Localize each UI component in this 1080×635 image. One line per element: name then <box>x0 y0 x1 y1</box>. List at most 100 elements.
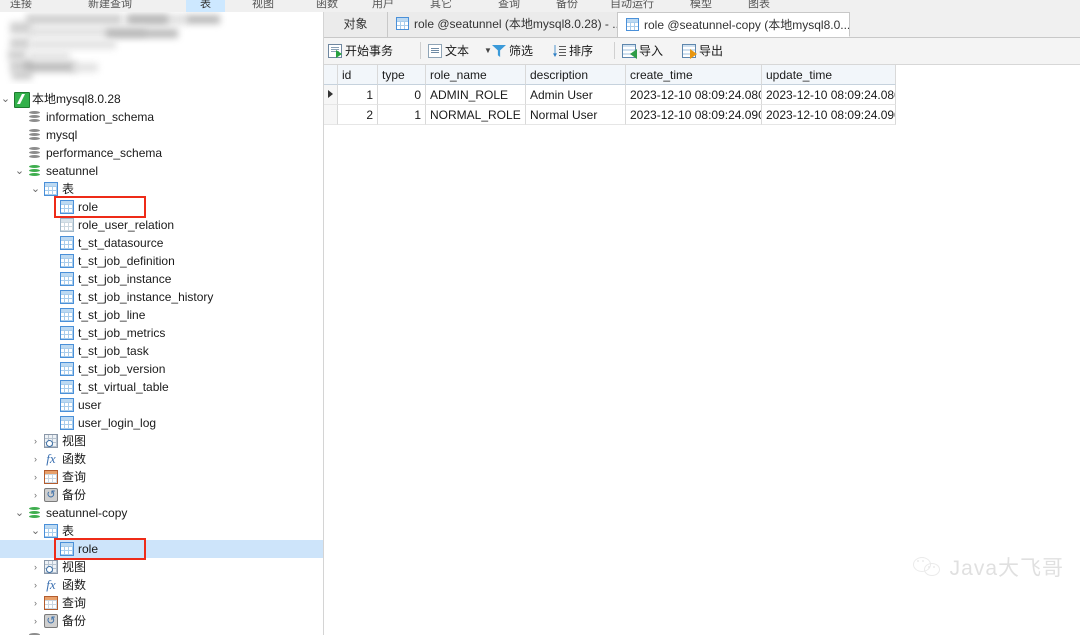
chevron-right-icon[interactable]: › <box>30 486 41 504</box>
tables-folder-icon <box>44 524 58 538</box>
tree-item-label: 备份 <box>62 488 87 502</box>
chevron-down-icon[interactable]: ⌄ <box>30 522 41 540</box>
chevron-right-icon[interactable]: › <box>30 612 41 630</box>
query-icon <box>44 470 58 484</box>
tab-0[interactable]: 对象 <box>324 12 388 37</box>
menu-item-11[interactable]: 图表 <box>748 0 770 11</box>
toolbar-button-0[interactable]: 开始事务 <box>328 40 410 62</box>
chevron-right-icon[interactable]: › <box>30 432 41 450</box>
query-icon <box>44 596 58 610</box>
grid-cell[interactable]: Normal User <box>526 105 626 125</box>
database-icon-gray <box>28 128 42 142</box>
grid-header-row: id type role_name description create_time upd… <box>324 65 896 85</box>
tree-item-label: sys <box>46 630 64 635</box>
annotation-rectangle <box>54 538 146 560</box>
tab-label: role @seatunnel (本地mysql8.0.28) - ... <box>414 17 618 31</box>
table-icon <box>60 236 74 250</box>
toolbar-button-1[interactable]: 文本 ▼ <box>428 40 492 62</box>
grid-cell[interactable]: ADMIN_ROLE <box>426 85 526 105</box>
table-icon <box>60 398 74 412</box>
tree-item-label: seatunnel <box>46 164 99 178</box>
menu-item-5[interactable]: 用户 <box>372 0 394 11</box>
grid-cell[interactable]: 2023-12-10 08:09:24.090 <box>626 105 762 125</box>
toolbar-button-label: 开始事务 <box>345 44 394 58</box>
chevron-down-icon[interactable]: ⌄ <box>30 180 41 198</box>
sort-icon <box>552 44 566 58</box>
chevron-right-icon[interactable]: › <box>30 450 41 468</box>
grid-cell[interactable]: 1 <box>378 105 426 125</box>
tab-2[interactable]: role @seatunnel-copy (本地mysql8.0.... <box>618 12 850 37</box>
text-icon <box>428 44 442 58</box>
chevron-right-icon[interactable]: › <box>30 594 41 612</box>
toolbar-separator <box>420 42 421 59</box>
grid-cell[interactable]: 2023-12-10 08:09:24.090 <box>762 105 896 125</box>
row-indicator-cell[interactable] <box>324 105 338 125</box>
table-icon <box>60 326 74 340</box>
chevron-down-icon[interactable]: ▼ <box>484 40 492 62</box>
menu-item-10[interactable]: 模型 <box>690 0 712 11</box>
grid-cell[interactable]: NORMAL_ROLE <box>426 105 526 125</box>
export-icon <box>682 44 697 59</box>
grid-cell[interactable]: 2023-12-10 08:09:24.080 <box>762 85 896 105</box>
toolbar-button-5[interactable]: 导出 <box>682 40 734 62</box>
tab-1[interactable]: role @seatunnel (本地mysql8.0.28) - ... <box>388 12 618 37</box>
menu-item-3[interactable]: 视图 <box>252 0 274 11</box>
chevron-right-icon[interactable]: › <box>30 468 41 486</box>
views-icon <box>44 434 58 448</box>
grid-cell[interactable]: 2023-12-10 08:09:24.080 <box>626 85 762 105</box>
grid-cell[interactable]: Admin User <box>526 85 626 105</box>
menu-item-6[interactable]: 其它 <box>430 0 452 11</box>
table-icon <box>396 17 409 30</box>
table-icon <box>60 416 74 430</box>
tree-item-label: 视图 <box>62 560 87 574</box>
menu-item-9[interactable]: 自动运行 <box>610 0 654 11</box>
toolbar-button-3[interactable]: 排序 <box>552 40 604 62</box>
toolbar-button-2[interactable]: 筛选 <box>492 40 544 62</box>
chevron-down-icon[interactable]: ⌄ <box>14 504 25 522</box>
import-icon <box>622 44 637 59</box>
database-icon-gray <box>28 110 42 124</box>
toolbar-button-label: 筛选 <box>509 44 534 58</box>
chevron-down-icon[interactable]: ⌄ <box>0 90 11 108</box>
table-icon-gray <box>60 218 74 232</box>
toolbar-button-label: 导出 <box>699 44 724 58</box>
column-header-create_time[interactable]: create_time <box>626 65 762 85</box>
column-header-description[interactable]: description <box>526 65 626 85</box>
tree-item-label: t_st_job_version <box>78 362 166 376</box>
toolbar-button-4[interactable]: 导入 <box>622 40 674 62</box>
tab-bar[interactable]: 对象 role @seatunnel (本地mysql8.0.28) - ... r… <box>324 12 1080 38</box>
table-row[interactable]: 2 1 NORMAL_ROLE Normal User 2023-12-10 08:09… <box>324 105 896 125</box>
menu-item-4[interactable]: 函数 <box>316 0 338 11</box>
grid-cell[interactable]: 1 <box>338 85 378 105</box>
tree-item-label: 查询 <box>62 470 87 484</box>
chevron-right-icon[interactable]: › <box>30 576 41 594</box>
main-pane: 对象 role @seatunnel (本地mysql8.0.28) - ... r… <box>324 12 1080 635</box>
current-row-arrow-icon <box>328 90 333 98</box>
column-header-id[interactable]: id <box>338 65 378 85</box>
tab-label: role @seatunnel-copy (本地mysql8.0.... <box>644 18 850 32</box>
grid-cell[interactable]: 0 <box>378 85 426 105</box>
column-header-type[interactable]: type <box>378 65 426 85</box>
row-header-cell <box>324 65 338 85</box>
menu-item-8[interactable]: 备份 <box>556 0 578 11</box>
object-tree-sidebar[interactable]: ⌄ 本地mysql8.0.28 information_schema mysql per… <box>0 12 324 635</box>
connection-icon <box>14 92 30 108</box>
tree-item-label: 视图 <box>62 434 87 448</box>
tree-item-label: seatunnel-copy <box>46 506 128 520</box>
tree-item-label: 本地mysql8.0.28 <box>32 92 121 106</box>
grid-toolbar[interactable]: 开始事务 文本 ▼ 筛选 排序 导入 导出 <box>324 38 1080 65</box>
table-row[interactable]: 1 0 ADMIN_ROLE Admin User 2023-12-10 08:09:2… <box>324 85 896 105</box>
table-icon <box>626 18 639 31</box>
column-header-update_time[interactable]: update_time <box>762 65 896 85</box>
menu-item-0[interactable]: 连接 <box>10 0 32 11</box>
chevron-right-icon[interactable]: › <box>30 558 41 576</box>
chevron-down-icon[interactable]: ⌄ <box>14 162 25 180</box>
row-indicator-cell[interactable] <box>324 85 338 105</box>
grid-cell[interactable]: 2 <box>338 105 378 125</box>
menu-item-7[interactable]: 查询 <box>498 0 520 11</box>
menu-item-1[interactable]: 新建查询 <box>88 0 132 11</box>
column-header-role_name[interactable]: role_name <box>426 65 526 85</box>
tree-item-label: t_st_job_definition <box>78 254 175 268</box>
backup-icon <box>44 612 58 630</box>
tree-item-label: user_login_log <box>78 416 157 430</box>
